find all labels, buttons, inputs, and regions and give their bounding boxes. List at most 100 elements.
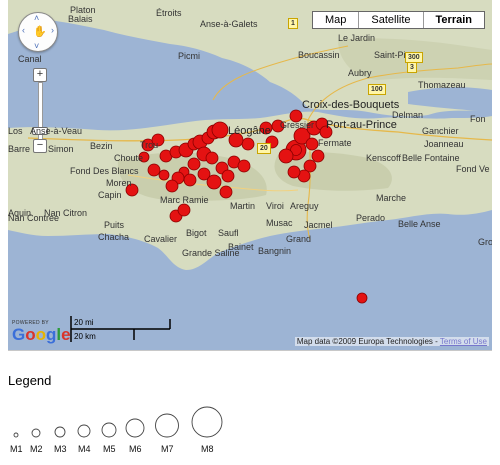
earthquake-marker[interactable]: [237, 159, 251, 173]
place-label-p5: Le Jardin: [338, 33, 376, 43]
zoom-in-button[interactable]: +: [33, 68, 47, 82]
place-label-p43: Chacha: [98, 232, 130, 242]
map-view[interactable]: Map Satellite Terrain ‹ › ˄ ˅ ✋ + − POWE…: [8, 0, 492, 351]
legend: M1 M2 M3 M4 M5 M6 M7 M8: [8, 402, 248, 460]
legend-circle-m1: [13, 432, 19, 438]
earthquake-marker[interactable]: [221, 169, 235, 183]
place-label-p9: Aubry: [348, 68, 372, 78]
pan-right-icon[interactable]: ›: [51, 25, 54, 35]
place-label-p24: Trou: [140, 140, 159, 150]
place-label-p47: Musac: [266, 218, 293, 228]
google-logo-letter-3: o: [35, 325, 47, 344]
legend-circle-m6: [125, 418, 145, 438]
place-label-p29: Belle Fontaine: [402, 153, 460, 163]
place-label-p36: Martin: [230, 201, 256, 211]
place-label-p54: Bangnin: [258, 246, 292, 256]
place-label-p51: Grand: [286, 234, 312, 244]
place-label-p45: Bigot: [186, 228, 207, 238]
place-label-p31: Fond Des Blancs: [70, 166, 139, 176]
earthquake-marker[interactable]: [187, 157, 201, 171]
map-type-satellite-button[interactable]: Satellite: [358, 12, 423, 28]
legend-label-m4: M4: [78, 444, 91, 454]
legend-label-m5: M5: [103, 444, 116, 454]
legend-circle-m7: [155, 413, 179, 438]
pan-up-icon[interactable]: ˄: [34, 13, 39, 23]
earthquake-marker[interactable]: [183, 173, 197, 187]
place-label-p27: Choute: [114, 153, 144, 163]
place-label-p19: Los: [8, 126, 23, 136]
map-type-map-button[interactable]: Map: [312, 12, 359, 28]
place-label-p10: Thomazeau: [418, 80, 466, 90]
place-label-p42: Puits: [104, 220, 125, 230]
earthquake-marker[interactable]: [311, 149, 325, 163]
pan-down-icon[interactable]: ˅: [34, 41, 39, 51]
zoom-out-button[interactable]: −: [33, 139, 47, 153]
legend-label-m6: M6: [129, 444, 142, 454]
legend-label-m8: M8: [201, 444, 214, 454]
legend-title: Legend: [8, 373, 52, 388]
google-wordmark: Google: [12, 326, 71, 344]
place-label-p32: Moren: [106, 178, 132, 188]
place-label-p14: Léogâne: [228, 125, 271, 137]
map-type-control[interactable]: Map Satellite Terrain: [311, 11, 485, 29]
legend-circle-m3: [54, 426, 66, 438]
terms-of-use-link[interactable]: Terms of Use: [440, 337, 487, 346]
legend-label-m3: M3: [54, 444, 67, 454]
legend-circle-m2: [31, 428, 41, 438]
road-shield: 100: [368, 84, 386, 95]
place-label-p11: Canal: [18, 54, 42, 64]
map-attribution: Map data ©2009 Europa Technologies - Ter…: [294, 337, 489, 346]
earthquake-marker[interactable]: [147, 163, 161, 177]
place-label-p16: Port-au-Prince: [326, 119, 397, 131]
place-label-p55: Grande Saline: [182, 248, 240, 258]
pan-control[interactable]: ‹ › ˄ ˅ ✋: [18, 12, 58, 52]
place-label-p39: Aquin: [8, 208, 32, 218]
earthquake-marker[interactable]: [278, 148, 294, 164]
earthquake-marker[interactable]: [219, 185, 233, 199]
earthquake-marker[interactable]: [211, 121, 229, 139]
place-label-p40: Nan Citron: [44, 208, 88, 218]
earthquake-marker[interactable]: [305, 137, 319, 151]
place-label-p52: Gros: [478, 237, 492, 247]
earthquake-marker[interactable]: [206, 174, 222, 190]
earthquake-marker[interactable]: [177, 203, 191, 217]
place-label-p50: Belle Anse: [398, 219, 441, 229]
pan-hand-icon[interactable]: ✋: [33, 25, 47, 38]
place-label-p6: Boucassin: [298, 50, 340, 60]
place-label-p35: Marche: [376, 193, 407, 203]
map-type-terrain-button[interactable]: Terrain: [422, 12, 484, 28]
legend-label-m2: M2: [30, 444, 43, 454]
place-label-p21: Barre: [8, 144, 31, 154]
place-label-p37: Viroi: [266, 201, 284, 211]
place-label-p26: Joanneau: [424, 139, 464, 149]
earthquake-marker[interactable]: [356, 292, 368, 304]
place-label-p44: Cavalier: [144, 234, 178, 244]
place-label-p4: Anse-à-Galets: [200, 19, 258, 29]
place-label-p46: Saufl: [218, 228, 239, 238]
pan-left-icon[interactable]: ‹: [22, 25, 25, 35]
legend-label-m7: M7: [161, 444, 174, 454]
earthquake-marker[interactable]: [205, 151, 219, 165]
google-logo-letter-2: o: [25, 325, 36, 344]
legend-circle-m8: [191, 406, 223, 438]
legend-circle-m5: [101, 422, 117, 438]
place-label-p30: Fond Ve: [456, 164, 490, 174]
place-label-p17: Ganchier: [422, 126, 459, 136]
scale-bar: 20 mi 20 km: [70, 316, 174, 342]
earthquake-marker[interactable]: [165, 179, 179, 193]
place-label-p22: Simon: [48, 144, 74, 154]
earthquake-marker[interactable]: [158, 169, 170, 181]
place-label-p41: Marc Ramie: [160, 195, 209, 205]
place-label-p28: Kenscoff: [366, 153, 401, 163]
place-label-p18: Fon: [470, 114, 486, 124]
road-shield: 20: [257, 143, 271, 154]
earthquake-marker[interactable]: [241, 137, 255, 151]
place-label-p2: Balais: [68, 14, 93, 24]
place-label-p38: Areguy: [290, 201, 319, 211]
road-shield: 1: [288, 18, 298, 29]
scale-km-label: 20 km: [74, 332, 96, 341]
road-shield: 3: [407, 62, 417, 73]
google-logo[interactable]: POWERED BY Google: [12, 320, 71, 344]
place-label-p49: Perado: [356, 213, 386, 223]
earthquake-marker[interactable]: [287, 165, 301, 179]
